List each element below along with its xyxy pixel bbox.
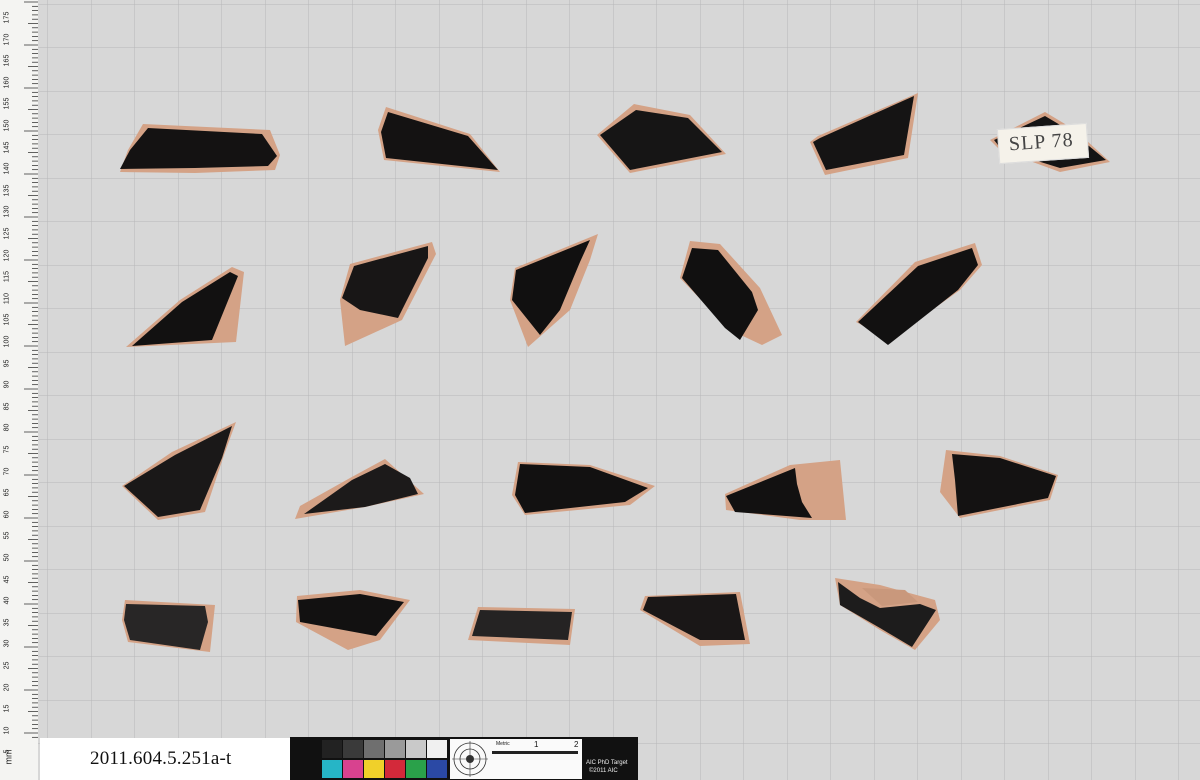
ruler-label: 70 <box>3 467 11 475</box>
accession-card: 2011.604.5.251a-t <box>40 738 290 780</box>
ruler-labels: 175 170 165 160 155 150 145 140 135 130 125 120 115 1… <box>0 0 40 780</box>
color-target <box>290 737 638 780</box>
ruler-label: 125 <box>3 227 11 240</box>
ruler-label: 120 <box>3 249 11 261</box>
ruler-label: 55 <box>3 532 11 540</box>
ruler-unit: mm <box>3 749 14 765</box>
ruler-label: 160 <box>3 76 11 89</box>
accession-number: 2011.604.5.251a-t <box>90 748 232 769</box>
ruler-label: 75 <box>3 445 11 454</box>
ruler-label: 80 <box>3 424 11 432</box>
ruler-label: 85 <box>3 402 11 411</box>
sherd-label-tag: SLP 78 <box>996 122 1090 165</box>
ruler-label: 50 <box>3 553 11 562</box>
ruler-label: 90 <box>3 380 11 389</box>
ruler-label: 170 <box>3 33 11 45</box>
ruler-label: 45 <box>3 575 11 583</box>
sherd-a <box>120 124 280 173</box>
ruler-label: 140 <box>3 162 11 175</box>
ruler-label: 25 <box>3 661 11 670</box>
ruler-label: 115 <box>3 271 11 283</box>
ruler-label: 145 <box>3 141 11 153</box>
ruler-label: 10 <box>3 726 11 735</box>
ruler-label: 40 <box>3 596 11 605</box>
ruler-label: 110 <box>3 292 11 304</box>
ruler-label: 30 <box>3 640 11 648</box>
ruler-label: 35 <box>3 618 11 627</box>
ruler-label: 135 <box>3 184 11 197</box>
ruler-label: 105 <box>3 314 11 326</box>
sherd-label-text: SLP 78 <box>1008 128 1075 156</box>
ruler-label: 150 <box>3 119 11 132</box>
ruler-label: 20 <box>3 683 11 691</box>
ruler-label: 165 <box>3 54 11 67</box>
ruler-label: 15 <box>3 704 11 713</box>
ruler-label: 60 <box>3 510 11 519</box>
ruler-label: 65 <box>3 488 11 497</box>
ruler-label: 130 <box>3 206 11 218</box>
photograph <box>0 0 1200 780</box>
grid-background <box>0 0 1200 780</box>
ruler-label: 95 <box>3 359 11 367</box>
ruler-label: 155 <box>3 98 11 110</box>
sherd-r <box>468 607 575 645</box>
ruler-label: 175 <box>3 11 11 24</box>
ruler-label: 100 <box>3 335 11 348</box>
